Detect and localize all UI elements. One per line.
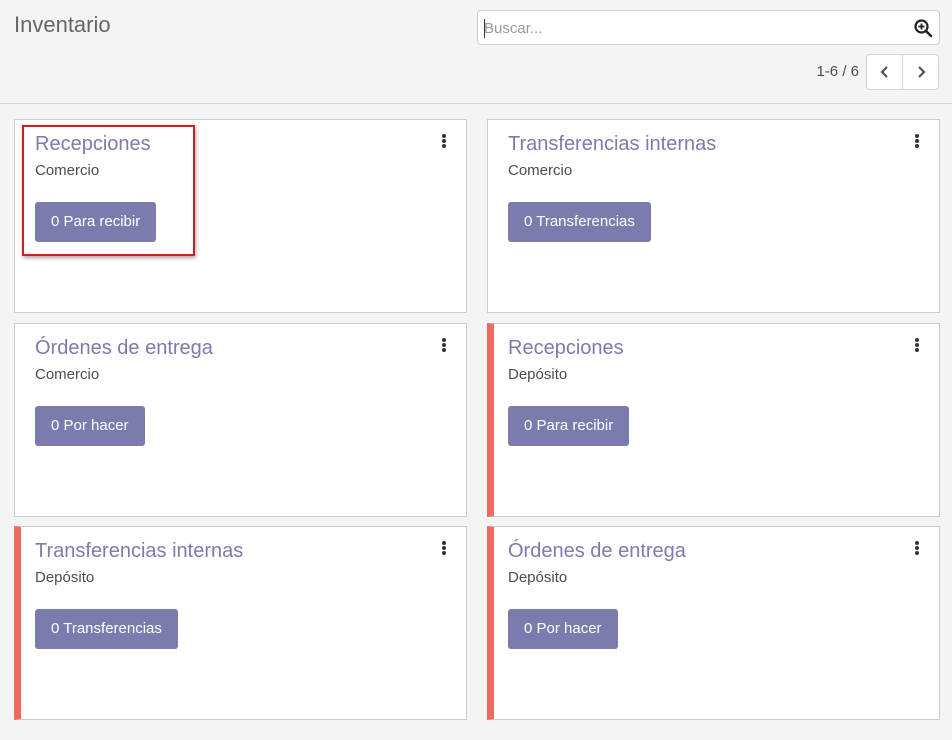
search-icon[interactable] — [913, 18, 933, 38]
pager-previous-button[interactable] — [866, 54, 903, 90]
card-subtitle: Comercio — [508, 162, 573, 179]
card-title[interactable]: Recepciones — [35, 133, 151, 156]
kebab-menu-icon[interactable] — [439, 338, 449, 354]
kebab-menu-icon[interactable] — [439, 134, 449, 150]
kanban-card-receipts-commerce[interactable]: Recepciones Comercio 0 Para recibir — [14, 119, 467, 313]
kanban-card-delivery-commerce[interactable]: Órdenes de entrega Comercio 0 Por hacer — [14, 323, 467, 517]
kebab-menu-icon[interactable] — [912, 338, 922, 354]
card-subtitle: Comercio — [35, 366, 100, 383]
kanban-view: Recepciones Comercio 0 Para recibir Tran… — [0, 104, 952, 740]
kanban-card-internal-warehouse[interactable]: Transferencias internas Depósito 0 Trans… — [14, 526, 467, 720]
card-subtitle: Depósito — [508, 366, 568, 383]
kebab-menu-icon[interactable] — [912, 541, 922, 557]
kanban-card-receipts-warehouse[interactable]: Recepciones Depósito 0 Para recibir — [487, 323, 940, 517]
card-action-button[interactable]: 0 Por hacer — [508, 609, 618, 649]
card-action-button[interactable]: 0 Transferencias — [35, 609, 178, 649]
card-action-button[interactable]: 0 Para recibir — [35, 202, 157, 242]
chevron-right-icon — [917, 66, 926, 78]
card-action-button[interactable]: 0 Por hacer — [35, 406, 145, 446]
card-title[interactable]: Transferencias internas — [35, 540, 243, 563]
card-subtitle: Comercio — [35, 162, 100, 179]
card-action-button[interactable]: 0 Para recibir — [508, 406, 630, 446]
kebab-menu-icon[interactable] — [439, 541, 449, 557]
card-title[interactable]: Órdenes de entrega — [35, 337, 213, 360]
card-title[interactable]: Órdenes de entrega — [508, 540, 686, 563]
kebab-menu-icon[interactable] — [912, 134, 922, 150]
chevron-left-icon — [879, 66, 888, 78]
pager-next-button[interactable] — [902, 54, 939, 90]
card-action-button[interactable]: 0 Transferencias — [508, 202, 651, 242]
text-cursor — [484, 19, 485, 38]
search-box[interactable] — [477, 10, 940, 45]
kanban-card-internal-commerce[interactable]: Transferencias internas Comercio 0 Trans… — [487, 119, 940, 313]
card-title[interactable]: Recepciones — [508, 337, 624, 360]
card-subtitle: Depósito — [35, 569, 95, 586]
kanban-card-delivery-warehouse[interactable]: Órdenes de entrega Depósito 0 Por hacer — [487, 526, 940, 720]
control-panel: Inventario 1-6 / 6 — [0, 0, 952, 104]
card-title[interactable]: Transferencias internas — [508, 133, 716, 156]
pager-value[interactable]: 1-6 / 6 — [816, 63, 859, 80]
card-subtitle: Depósito — [508, 569, 568, 586]
page-title: Inventario — [14, 12, 111, 37]
search-input[interactable] — [484, 17, 904, 39]
